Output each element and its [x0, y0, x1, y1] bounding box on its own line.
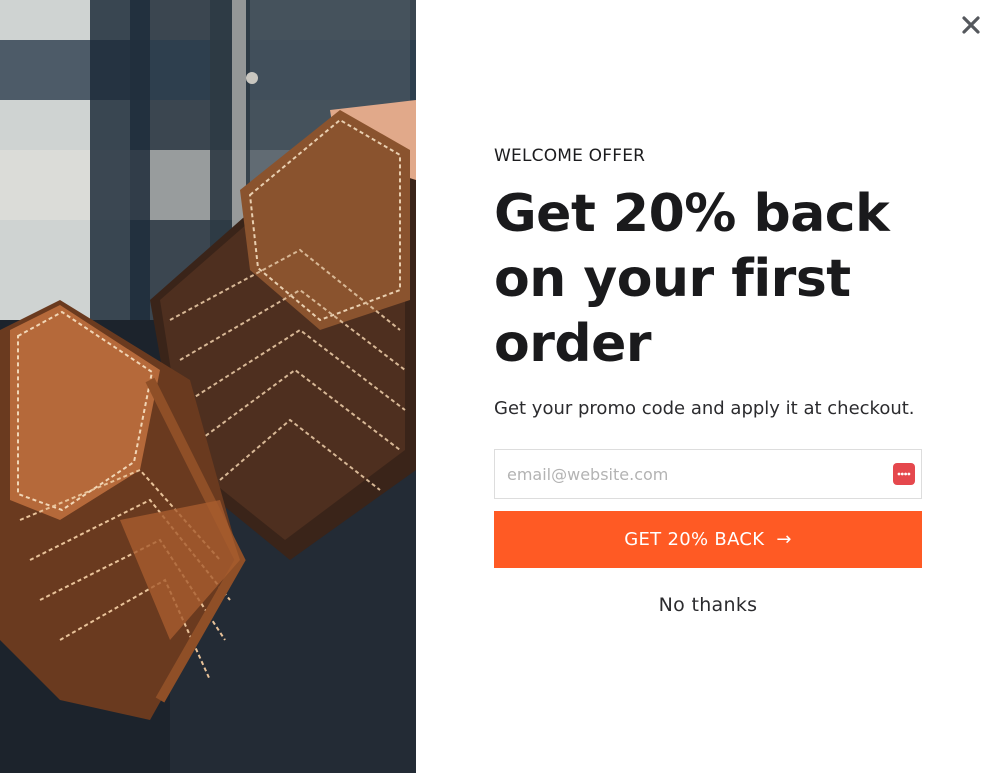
no-thanks-link[interactable]: No thanks — [494, 594, 922, 616]
cta-label: GET 20% BACK — [624, 529, 765, 550]
email-field-container — [494, 449, 922, 499]
offer-body: WELCOME OFFER Get 20% back on your first… — [494, 146, 922, 616]
offer-headline: Get 20% back on your first order — [494, 184, 890, 374]
welcome-offer-popup: WELCOME OFFER Get 20% back on your first… — [0, 0, 1000, 773]
offer-eyebrow: WELCOME OFFER — [494, 146, 646, 166]
close-button[interactable] — [958, 14, 984, 40]
hero-image-leather-wallets — [0, 0, 416, 773]
offer-subtext: Get your promo code and apply it at chec… — [494, 398, 915, 419]
password-manager-icon[interactable] — [893, 463, 915, 485]
close-icon — [961, 15, 981, 40]
get-20-percent-back-button[interactable]: GET 20% BACK → — [494, 511, 922, 568]
offer-content: WELCOME OFFER Get 20% back on your first… — [416, 0, 1000, 773]
arrow-right-icon: → — [776, 529, 792, 550]
email-field[interactable] — [495, 450, 921, 498]
